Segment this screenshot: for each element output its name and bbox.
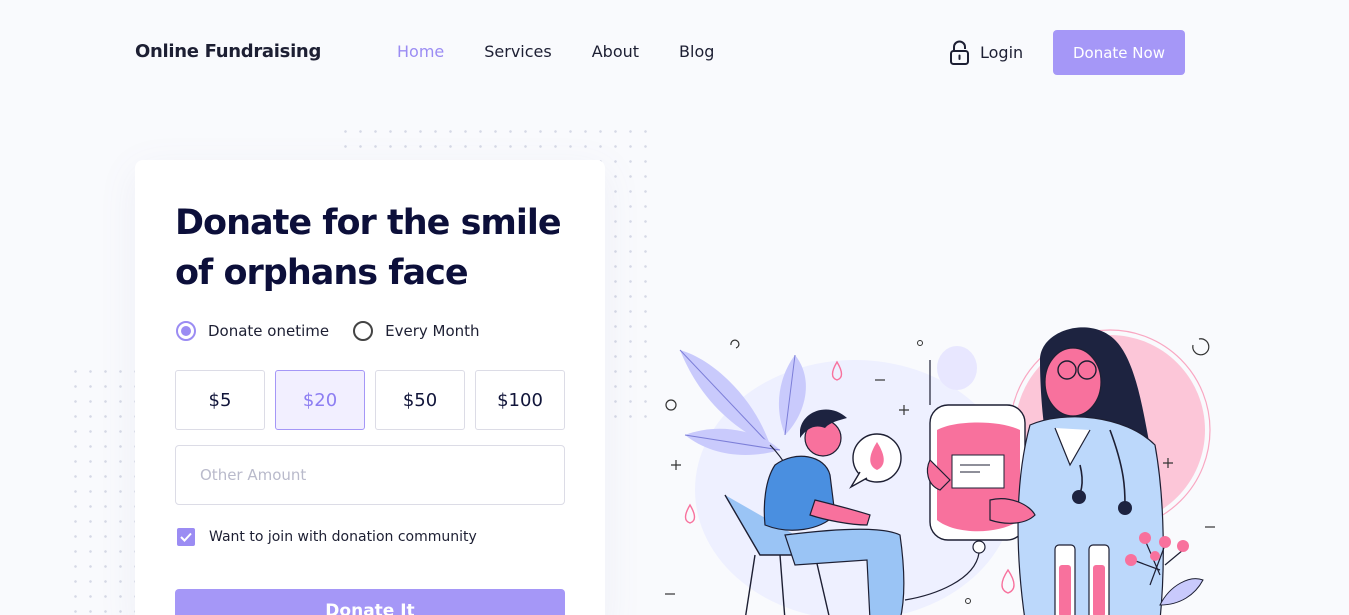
radio-label: Every Month	[385, 322, 480, 340]
other-amount-input[interactable]	[175, 445, 565, 505]
radio-donate-onetime[interactable]: Donate onetime	[176, 321, 329, 341]
amount-20-button[interactable]: $20	[275, 370, 365, 430]
site-header: Online Fundraising Home Services About B…	[0, 0, 1349, 105]
login-link[interactable]: Login	[949, 40, 1023, 65]
donation-title: Donate for the smile of orphans face	[175, 203, 562, 293]
donate-now-button[interactable]: Donate Now	[1053, 30, 1185, 75]
community-checkbox[interactable]: Want to join with donation community	[177, 528, 477, 546]
nav-home[interactable]: Home	[397, 42, 444, 61]
amount-100-button[interactable]: $100	[475, 370, 565, 430]
radio-checked-indicator	[176, 321, 196, 341]
radio-label: Donate onetime	[208, 322, 330, 340]
nav-blog[interactable]: Blog	[679, 42, 714, 61]
donate-it-button[interactable]: Donate It	[175, 589, 565, 615]
frequency-options: Donate onetime Every Month	[176, 321, 504, 341]
amount-5-button[interactable]: $5	[175, 370, 265, 430]
brand-logo[interactable]: Online Fundraising	[135, 41, 321, 62]
blood-drop	[684, 503, 696, 524]
check-icon	[180, 532, 192, 542]
nav-services[interactable]: Services	[484, 42, 551, 61]
community-label: Want to join with donation community	[209, 529, 477, 545]
login-label: Login	[980, 43, 1024, 62]
amount-50-button[interactable]: $50	[375, 370, 465, 430]
lock-icon	[950, 40, 969, 65]
checkbox-checked-indicator	[177, 528, 195, 546]
blood-donation-illustration	[665, 327, 1215, 615]
blood-drop	[1001, 568, 1015, 594]
radio-every-month[interactable]: Every Month	[353, 321, 480, 341]
leaf-shape	[1159, 578, 1204, 606]
lavender-blob-small	[937, 346, 977, 390]
main-nav: Home Services About Blog	[397, 42, 754, 61]
doctor-face	[1044, 347, 1102, 417]
radio-unchecked-indicator	[353, 321, 374, 341]
dot-pattern-left	[68, 364, 138, 615]
amount-options: $5 $20 $50 $100	[175, 370, 565, 430]
donation-card: Donate for the smile of orphans face Don…	[135, 160, 605, 615]
nav-about[interactable]: About	[592, 42, 639, 61]
